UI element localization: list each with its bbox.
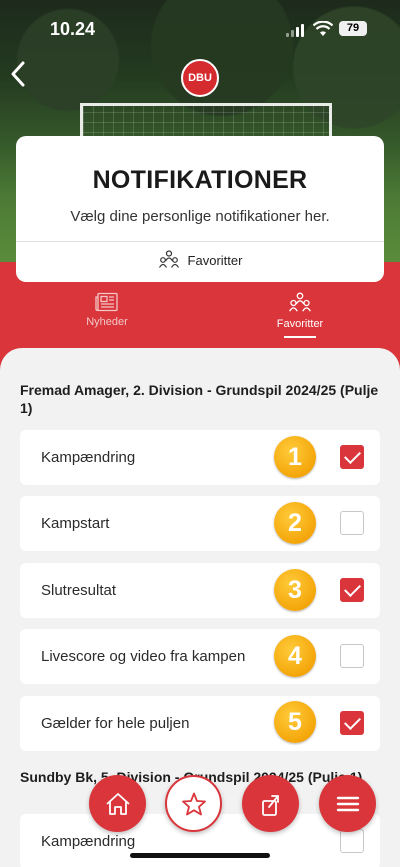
list-item[interactable]: Gælder for hele puljen [20,696,380,751]
group-title: Fremad Amager, 2. Division - Grundspil 2… [20,382,379,416]
battery-icon: 79 [339,21,367,36]
tab-nyheder[interactable]: Nyheder [47,292,167,328]
callout-badge: 5 [274,701,316,743]
back-button[interactable] [8,60,38,94]
home-indicator [130,853,270,858]
favorites-link[interactable]: Favoritter [16,250,384,270]
wifi-icon [313,21,333,36]
dbu-logo: DBU [181,59,219,97]
star-icon [181,792,206,815]
menu-button[interactable] [319,775,376,832]
callout-badge: 4 [274,635,316,677]
checkbox[interactable] [340,829,364,853]
list-item[interactable]: Kampstart [20,496,380,551]
checkbox[interactable] [340,644,364,668]
item-label: Kampstart [41,515,110,532]
divider [16,241,384,242]
item-label: Livescore og video fra kampen [41,648,246,665]
signal-icon [286,24,304,37]
tab-label: Nyheder [86,316,128,328]
checkbox[interactable] [340,578,364,602]
checkbox[interactable] [340,711,364,735]
active-tab-indicator [284,336,316,338]
list-item[interactable]: Slutresultat [20,563,380,618]
newspaper-icon [95,292,118,312]
chevron-left-icon [11,61,25,87]
share-button[interactable] [242,775,299,832]
callout-badge: 1 [274,436,316,478]
status-bar: 10.24 79 [0,0,400,56]
favorites-button[interactable] [165,775,222,832]
home-icon [105,792,130,815]
list-item[interactable]: Kampændring [20,430,380,485]
checkbox[interactable] [340,445,364,469]
people-icon [289,292,311,312]
share-icon [261,794,279,816]
favorites-label: Favoritter [187,252,243,268]
title-card: NOTIFIKATIONER Vælg dine personlige noti… [16,136,384,282]
status-time: 10.24 [50,19,96,39]
item-label: Slutresultat [41,582,117,599]
tab-favoritter[interactable]: Favoritter [240,292,360,330]
item-label: Gælder for hele puljen [41,715,190,732]
checkbox[interactable] [340,511,364,535]
callout-badge: 3 [274,569,316,611]
tab-label: Favoritter [276,318,324,330]
page-title: NOTIFIKATIONER [92,166,308,194]
list-item[interactable]: Livescore og video fra kampen [20,629,380,684]
item-label: Kampændring [41,449,136,466]
page-subtitle: Vælg dine personlige notifikationer her. [70,208,330,225]
home-button[interactable] [89,775,146,832]
people-icon [158,250,179,268]
callout-badge: 2 [274,502,316,544]
menu-icon [336,796,359,811]
